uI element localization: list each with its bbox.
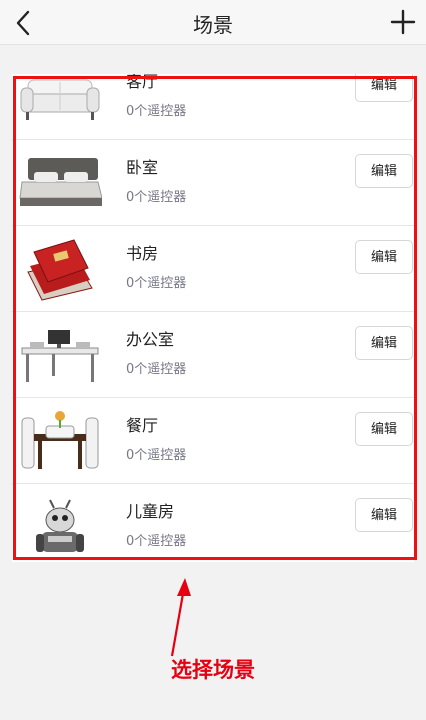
- remote-count: 0个遥控器: [126, 276, 187, 291]
- books-icon: [27, 239, 93, 301]
- top-bar: 场景: [0, 0, 426, 45]
- scene-name: 卧室: [126, 158, 159, 177]
- arrow-up-icon: [170, 578, 191, 657]
- remote-count: 0个遥控器: [126, 104, 187, 119]
- edit-button[interactable]: 编辑: [355, 240, 413, 274]
- scene-row[interactable]: 客厅 0个遥控器 编辑: [12, 74, 414, 140]
- scene-row[interactable]: 卧室 0个遥控器 编辑: [12, 140, 414, 226]
- scene-row[interactable]: 餐厅 0个遥控器 编辑: [12, 398, 414, 484]
- edit-button[interactable]: 编辑: [355, 326, 413, 360]
- edit-button[interactable]: 编辑: [355, 412, 413, 446]
- toy-robot-icon: [36, 499, 84, 552]
- scene-name: 书房: [126, 244, 159, 263]
- bed-icon: [19, 158, 102, 206]
- scene-list: 客厅 0个遥控器 编辑 卧室 0个遥控器 编辑 书房 0个遥控器 编辑 办公室 …: [12, 74, 414, 562]
- scene-name: 办公室: [126, 330, 175, 349]
- scene-row[interactable]: 儿童房 0个遥控器 编辑: [12, 484, 414, 562]
- desk-icon: [21, 330, 99, 382]
- edit-button[interactable]: 编辑: [355, 154, 413, 188]
- remote-count: 0个遥控器: [126, 190, 187, 205]
- remote-count: 0个遥控器: [126, 362, 187, 377]
- scene-name: 餐厅: [126, 416, 159, 435]
- dining-table-icon: [21, 411, 99, 469]
- scene-name: 儿童房: [126, 502, 175, 521]
- edit-button[interactable]: 编辑: [355, 74, 413, 102]
- plus-icon: [390, 9, 416, 35]
- annotation-caption: 选择场景: [171, 658, 255, 682]
- remote-count: 0个遥控器: [126, 448, 187, 463]
- scene-name: 客厅: [126, 74, 159, 91]
- add-scene-button[interactable]: [388, 7, 418, 37]
- scene-row[interactable]: 办公室 0个遥控器 编辑: [12, 312, 414, 398]
- sofa-icon: [20, 79, 100, 120]
- edit-button[interactable]: 编辑: [355, 498, 413, 532]
- remote-count: 0个遥控器: [126, 534, 187, 549]
- scene-row[interactable]: 书房 0个遥控器 编辑: [12, 226, 414, 312]
- page-title: 场景: [193, 13, 233, 37]
